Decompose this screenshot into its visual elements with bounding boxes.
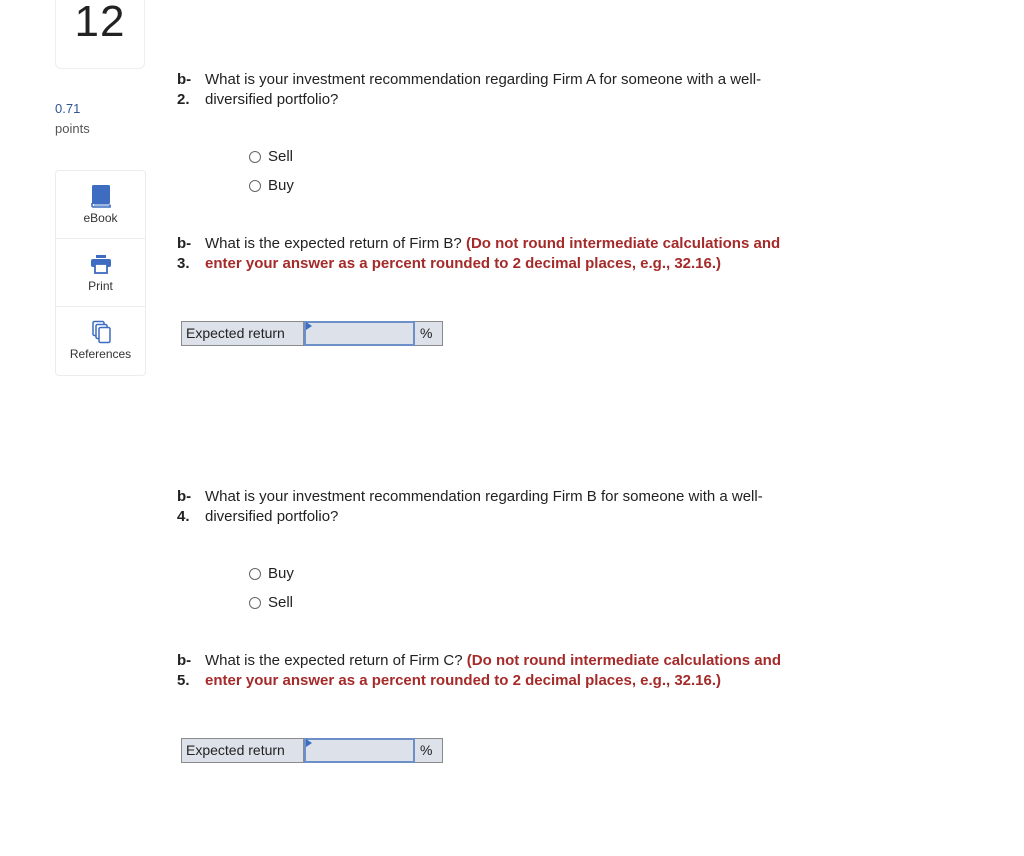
ebook-label: eBook <box>83 211 118 225</box>
radio-button[interactable] <box>249 150 261 163</box>
question-hint-cont: enter your answer as a percent rounded t… <box>205 672 722 689</box>
tools-panel: eBook Print References <box>55 170 146 376</box>
ebook-button[interactable]: eBook <box>56 171 145 239</box>
radio-label: Buy <box>268 177 294 194</box>
radio-button[interactable] <box>249 567 261 580</box>
question-text: What is the expected return of Firm C? <box>205 652 463 669</box>
references-button[interactable]: References <box>56 307 145 375</box>
book-icon <box>90 184 112 208</box>
firm-c-answer-row: Expected return % <box>181 738 443 763</box>
radio-option-buy[interactable]: Buy <box>249 171 294 200</box>
question-number-suffix: 3. <box>177 255 190 272</box>
radio-label: Sell <box>268 594 294 611</box>
radio-option-sell[interactable]: Sell <box>249 588 294 617</box>
question-number-box: 12 <box>55 0 145 69</box>
expected-return-firm-c-cell[interactable] <box>304 738 415 763</box>
firm-a-recommendation-options: Sell Buy <box>249 142 294 200</box>
question-b4: b- What is your investment recommendatio… <box>177 487 877 527</box>
input-flag-icon <box>306 322 312 330</box>
radio-label: Sell <box>268 148 294 165</box>
expected-return-firm-b-input[interactable] <box>306 323 413 344</box>
question-hint-cont: enter your answer as a percent rounded t… <box>205 255 722 272</box>
question-text-cont: diversified portfolio? <box>205 508 339 525</box>
radio-option-buy[interactable]: Buy <box>249 559 294 588</box>
question-text: What is your investment recommendation r… <box>205 71 762 88</box>
question-page: 12 0.71 points eBook Print References b-… <box>0 0 1024 856</box>
print-button[interactable]: Print <box>56 239 145 307</box>
answer-label: Expected return <box>182 322 304 345</box>
radio-button[interactable] <box>249 596 261 609</box>
question-b3: b- What is the expected return of Firm B… <box>177 234 877 274</box>
question-hint: (Do not round intermediate calculations … <box>465 235 781 252</box>
question-number-suffix: 4. <box>177 508 190 525</box>
question-text: What is your investment recommendation r… <box>205 488 763 505</box>
question-number-suffix: 5. <box>177 672 190 689</box>
question-number-prefix: b- <box>177 488 192 505</box>
question-number-prefix: b- <box>177 652 192 669</box>
question-number-suffix: 2. <box>177 91 190 108</box>
question-b2: b- What is your investment recommendatio… <box>177 70 877 110</box>
radio-option-sell[interactable]: Sell <box>249 142 294 171</box>
question-number-prefix: b- <box>177 235 192 252</box>
printer-icon <box>90 252 112 276</box>
question-number-prefix: b- <box>177 71 192 88</box>
question-b5: b- What is the expected return of Firm C… <box>177 651 877 691</box>
expected-return-firm-c-input[interactable] <box>306 740 413 761</box>
answer-unit: % <box>420 742 433 758</box>
question-text: What is the expected return of Firm B? <box>205 235 462 252</box>
question-text-cont: diversified portfolio? <box>205 91 339 108</box>
answer-unit: % <box>420 325 433 341</box>
points-value: 0.71 <box>55 101 81 116</box>
radio-label: Buy <box>268 565 294 582</box>
documents-icon <box>90 320 112 344</box>
firm-b-answer-row: Expected return % <box>181 321 443 346</box>
question-number: 12 <box>74 0 126 46</box>
radio-button[interactable] <box>249 179 261 192</box>
firm-b-recommendation-options: Buy Sell <box>249 559 294 617</box>
print-label: Print <box>88 279 113 293</box>
question-hint: (Do not round intermediate calculations … <box>466 652 781 669</box>
answer-label: Expected return <box>182 739 304 762</box>
references-label: References <box>69 347 132 361</box>
points-label: points <box>55 121 90 136</box>
input-flag-icon <box>306 739 312 747</box>
expected-return-firm-b-cell[interactable] <box>304 321 415 346</box>
